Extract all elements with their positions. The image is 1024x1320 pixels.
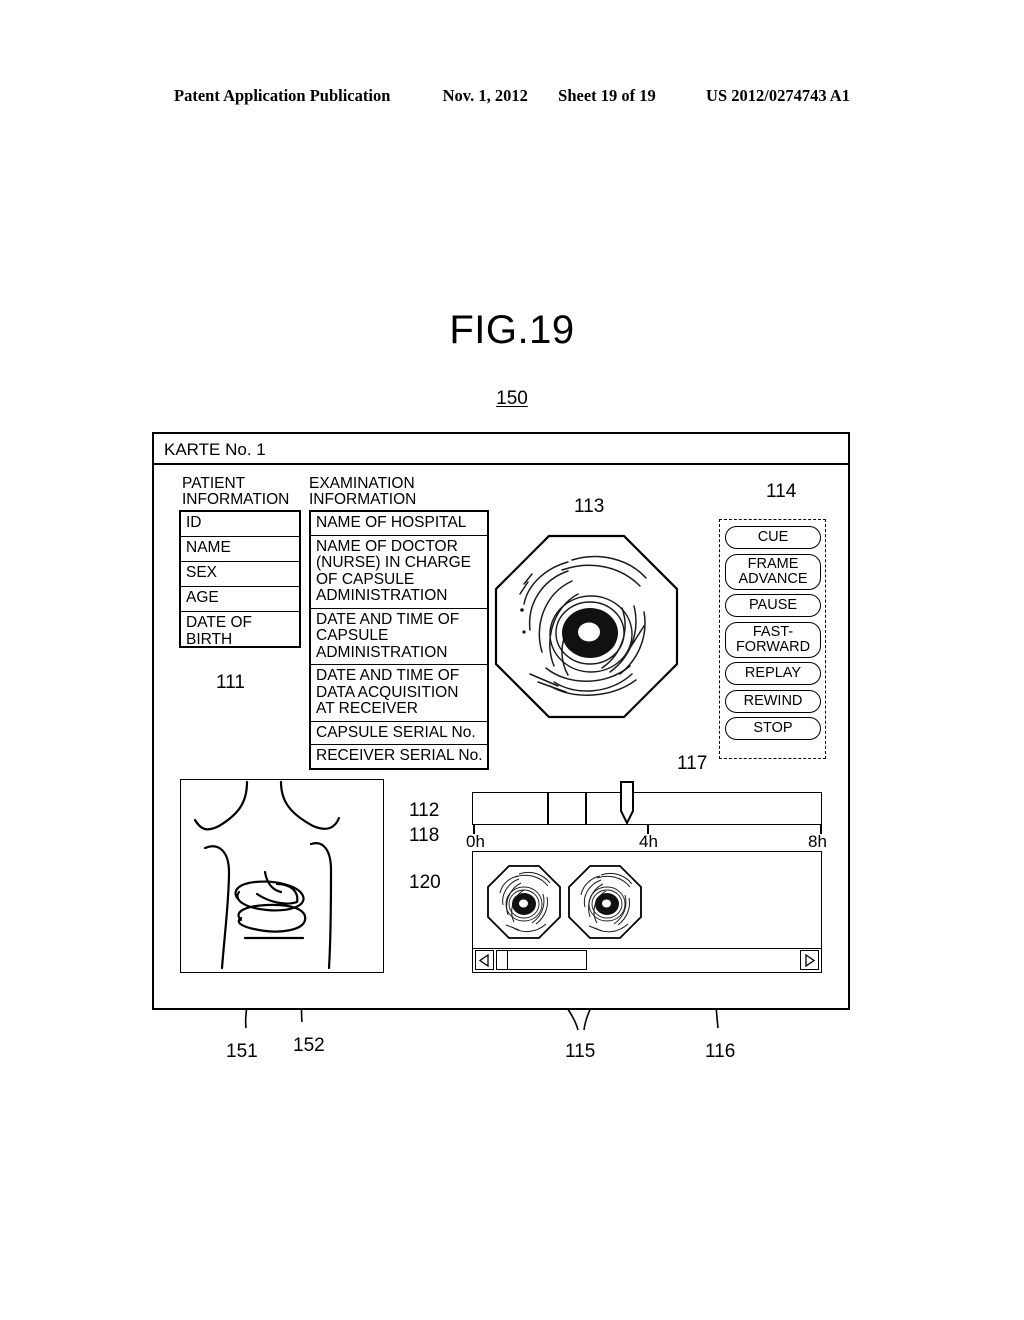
ref-118: 118 (409, 825, 440, 846)
time-axis-bar[interactable] (472, 781, 822, 826)
table-row: NAME OF HOSPITAL (311, 512, 487, 536)
table-row: AGE (181, 587, 299, 612)
timeline-divider (585, 793, 587, 824)
scrollbar-track-segment[interactable] (496, 950, 507, 970)
thumbnail-image-1[interactable] (487, 865, 561, 939)
timeline-label-4h: 4h (639, 832, 658, 851)
karte-window: KARTE No. 1 PATIENT INFORMATION ID NAME … (152, 432, 850, 1010)
table-row: NAME OF DOCTOR (NURSE) IN CHARGE OF CAPS… (311, 536, 487, 609)
window-titlebar: KARTE No. 1 (154, 434, 848, 465)
fast-forward-button[interactable]: FAST- FORWARD (725, 621, 821, 658)
body-path-diagram[interactable] (180, 779, 384, 973)
header-sheet: Sheet 19 of 19 (558, 86, 656, 105)
examination-information-heading: EXAMINATION INFORMATION (309, 475, 417, 508)
header-patent-number: US 2012/0274743 A1 (706, 86, 850, 105)
table-row: DATE OF BIRTH (186, 614, 253, 648)
karte-number-label: KARTE No. 1 (164, 440, 266, 459)
replay-button[interactable]: REPLAY (725, 662, 821, 685)
table-row: DATE AND TIME OF DATA ACQUISITION AT REC… (311, 665, 487, 722)
cue-button[interactable]: CUE (725, 526, 821, 549)
ref-114: 114 (766, 481, 797, 502)
ref-151: 151 (226, 1041, 258, 1062)
pause-button[interactable]: PAUSE (725, 594, 821, 617)
timeline-divider (547, 793, 549, 824)
patient-information-heading: PATIENT INFORMATION (182, 475, 290, 508)
scroll-left-arrow-icon[interactable] (475, 950, 494, 970)
table-row: ID (181, 512, 299, 537)
ref-112: 112 (409, 800, 440, 821)
ref-116: 116 (705, 1041, 736, 1062)
scrollbar-thumb[interactable] (507, 950, 587, 970)
header-publication: Patent Application Publication (174, 86, 391, 105)
rewind-button[interactable]: REWIND (725, 689, 821, 713)
ref-120: 120 (409, 872, 441, 893)
thumbnail-list-panel (472, 851, 822, 973)
ref-111: 111 (216, 672, 245, 693)
stop-button[interactable]: STOP (725, 717, 821, 740)
figure-title: FIG.19 (449, 308, 575, 352)
main-capsule-image[interactable] (494, 534, 679, 719)
table-row: SEX (181, 562, 299, 587)
frame-advance-button[interactable]: FRAME ADVANCE (725, 553, 821, 590)
playback-control-panel: CUE FRAME ADVANCE PAUSE FAST- FORWARD RE… (719, 519, 826, 759)
table-row: RECEIVER SERIAL No. (316, 747, 483, 764)
thumbnail-scrollbar[interactable] (473, 948, 821, 972)
ref-113: 113 (574, 496, 605, 517)
figure-ref-150: 150 (0, 388, 1024, 410)
table-row: DATE AND TIME OF CAPSULE ADMINISTRATION (311, 609, 487, 665)
page-header: Patent Application Publication Nov. 1, 2… (0, 86, 1024, 106)
thumbnail-image-2[interactable] (568, 865, 642, 939)
ref-117: 117 (677, 753, 708, 774)
timeline-label-8h: 8h (808, 832, 827, 851)
scroll-right-arrow-icon[interactable] (800, 950, 819, 970)
patient-information-table: ID NAME SEX AGE DATE OF BIRTH (179, 510, 301, 648)
figure-ref-150-text: 150 (496, 388, 528, 409)
ref-152: 152 (293, 1035, 325, 1056)
timeline-label-0h: 0h (466, 832, 485, 851)
table-row: CAPSULE SERIAL No. (311, 722, 487, 745)
ref-115: 115 (565, 1041, 596, 1062)
examination-information-table: NAME OF HOSPITAL NAME OF DOCTOR (NURSE) … (309, 510, 489, 770)
table-row: NAME (181, 537, 299, 562)
timeline-cursor[interactable] (617, 781, 637, 830)
header-date: Nov. 1, 2012 (442, 86, 528, 105)
